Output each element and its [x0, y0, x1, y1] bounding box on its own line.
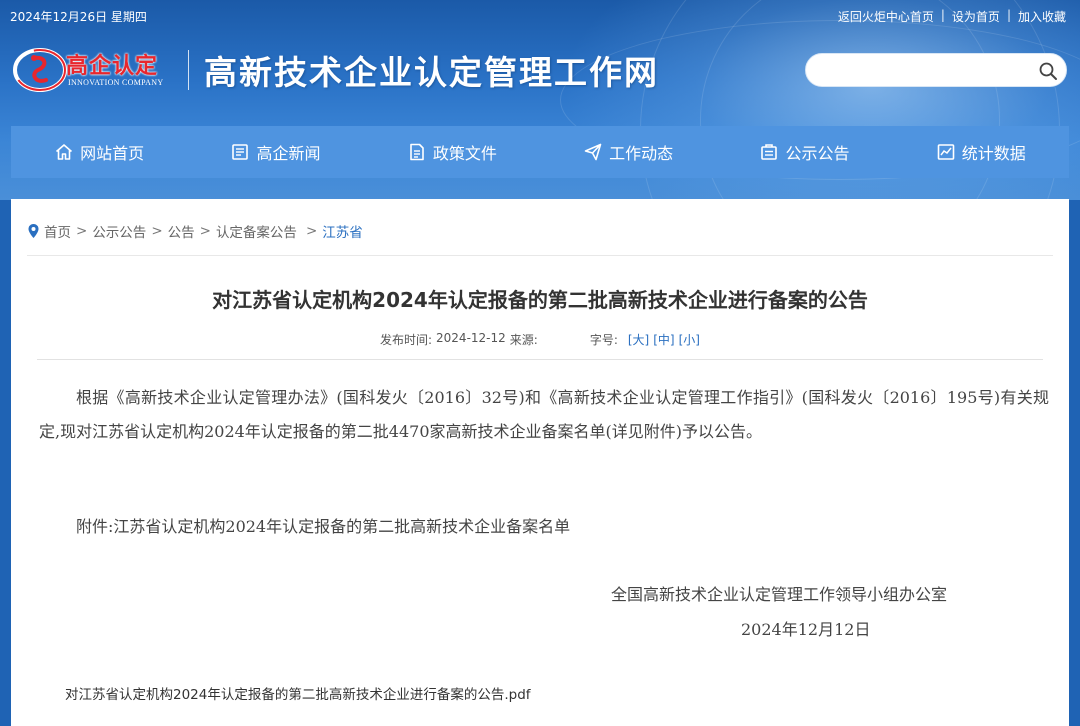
- top-links: 返回火炬中心首页 | 设为首页 | 加入收藏: [838, 8, 1066, 25]
- site-logo[interactable]: 高企认定 INNOVATION COMPANY: [12, 42, 174, 96]
- current-date: 2024年12月26日 星期四: [10, 10, 147, 24]
- nav-label: 高企新闻: [256, 144, 321, 163]
- breadcrumb-arrow: >: [199, 223, 211, 239]
- meta-gap: [538, 331, 590, 348]
- publish-date: 2024-12-12: [436, 331, 506, 345]
- signature-organization: 全国高新技术企业认定管理工作领导小组办公室: [611, 585, 948, 604]
- logo-english: INNOVATION COMPANY: [68, 78, 164, 87]
- announcement-icon: [761, 144, 778, 160]
- article-body: 根据《高新技术企业认定管理办法》(国科发火〔2016〕32号)和《高新技术企业认…: [39, 388, 1049, 441]
- breadcrumb-arrow: >: [151, 223, 163, 239]
- attachment-note: 附件:江苏省认定机构2024年认定报备的第二批高新技术企业备案名单: [76, 517, 571, 536]
- breadcrumb-divider: [27, 255, 1053, 256]
- breadcrumb-announcements[interactable]: 公示公告: [92, 221, 146, 241]
- font-size-label: 字号:: [589, 333, 618, 347]
- signature-date: 2024年12月12日: [741, 620, 871, 639]
- article-panel: 首页 > 公示公告 > 公告 > 认定备案公告 > 江苏省 对江苏省认定机构20…: [11, 199, 1069, 726]
- meta-divider: [37, 359, 1043, 360]
- nav-label: 政策文件: [432, 144, 497, 163]
- nav-announcements[interactable]: 公示公告: [716, 126, 892, 178]
- chart-icon: [937, 144, 955, 160]
- site-title: 高新技术企业认定管理工作网: [204, 53, 659, 92]
- article-meta: 发布时间: 2024-12-12 来源: 字号: [大] [中] [小]: [11, 331, 1069, 348]
- nav-label: 统计数据: [961, 144, 1026, 163]
- set-homepage-link[interactable]: 设为首页: [952, 8, 1000, 25]
- attachment-pdf-link[interactable]: 对江苏省认定机构2024年认定报备的第二批高新技术企业进行备案的公告.pdf: [65, 683, 531, 703]
- breadcrumb-home[interactable]: 首页: [44, 221, 71, 241]
- breadcrumb-arrow: >: [305, 223, 318, 239]
- paper-plane-icon: [584, 143, 602, 161]
- nav-label: 公示公告: [785, 144, 850, 163]
- breadcrumb-arrow: >: [76, 223, 88, 239]
- source-label: 来源:: [509, 333, 538, 347]
- news-icon: [232, 144, 249, 160]
- font-size-large-button[interactable]: [大]: [628, 331, 649, 348]
- nav-statistics[interactable]: 统计数据: [893, 126, 1069, 178]
- search-box: [805, 53, 1067, 87]
- logo-name: 高企认定: [66, 53, 159, 79]
- nav-work-updates[interactable]: 工作动态: [540, 126, 716, 178]
- home-icon: [56, 144, 73, 160]
- nav-label: 工作动态: [609, 144, 674, 163]
- back-to-torch-home-link[interactable]: 返回火炬中心首页: [838, 8, 934, 25]
- location-pin-icon: [28, 224, 39, 238]
- main-nav: 网站首页 高企新闻 政策文件 工作动态 公示公告 统计数据: [11, 126, 1069, 178]
- nav-home[interactable]: 网站首页: [11, 126, 187, 178]
- logo-divider: [188, 50, 189, 90]
- article-title: 对江苏省认定机构2024年认定报备的第二批高新技术企业进行备案的公告: [212, 288, 868, 312]
- breadcrumb-notice[interactable]: 公告: [168, 221, 195, 241]
- nav-label: 网站首页: [80, 144, 145, 163]
- logo-emblem-icon: [13, 48, 67, 92]
- separator: |: [1006, 8, 1011, 22]
- document-icon: [410, 143, 424, 161]
- font-size-small-button[interactable]: [小]: [679, 331, 700, 348]
- breadcrumb: 首页 > 公示公告 > 公告 > 认定备案公告 > 江苏省: [27, 221, 363, 241]
- add-favorite-link[interactable]: 加入收藏: [1018, 8, 1066, 25]
- nav-news[interactable]: 高企新闻: [187, 126, 363, 178]
- breadcrumb-jiangsu[interactable]: 江苏省: [322, 221, 363, 241]
- nav-policy[interactable]: 政策文件: [364, 126, 540, 178]
- separator: |: [940, 8, 945, 22]
- breadcrumb-filing-notice[interactable]: 认定备案公告: [216, 221, 297, 241]
- search-icon[interactable]: [1038, 61, 1058, 81]
- publish-label: 发布时间:: [379, 333, 433, 347]
- search-input[interactable]: [820, 61, 1030, 81]
- font-size-medium-button[interactable]: [中]: [653, 331, 674, 348]
